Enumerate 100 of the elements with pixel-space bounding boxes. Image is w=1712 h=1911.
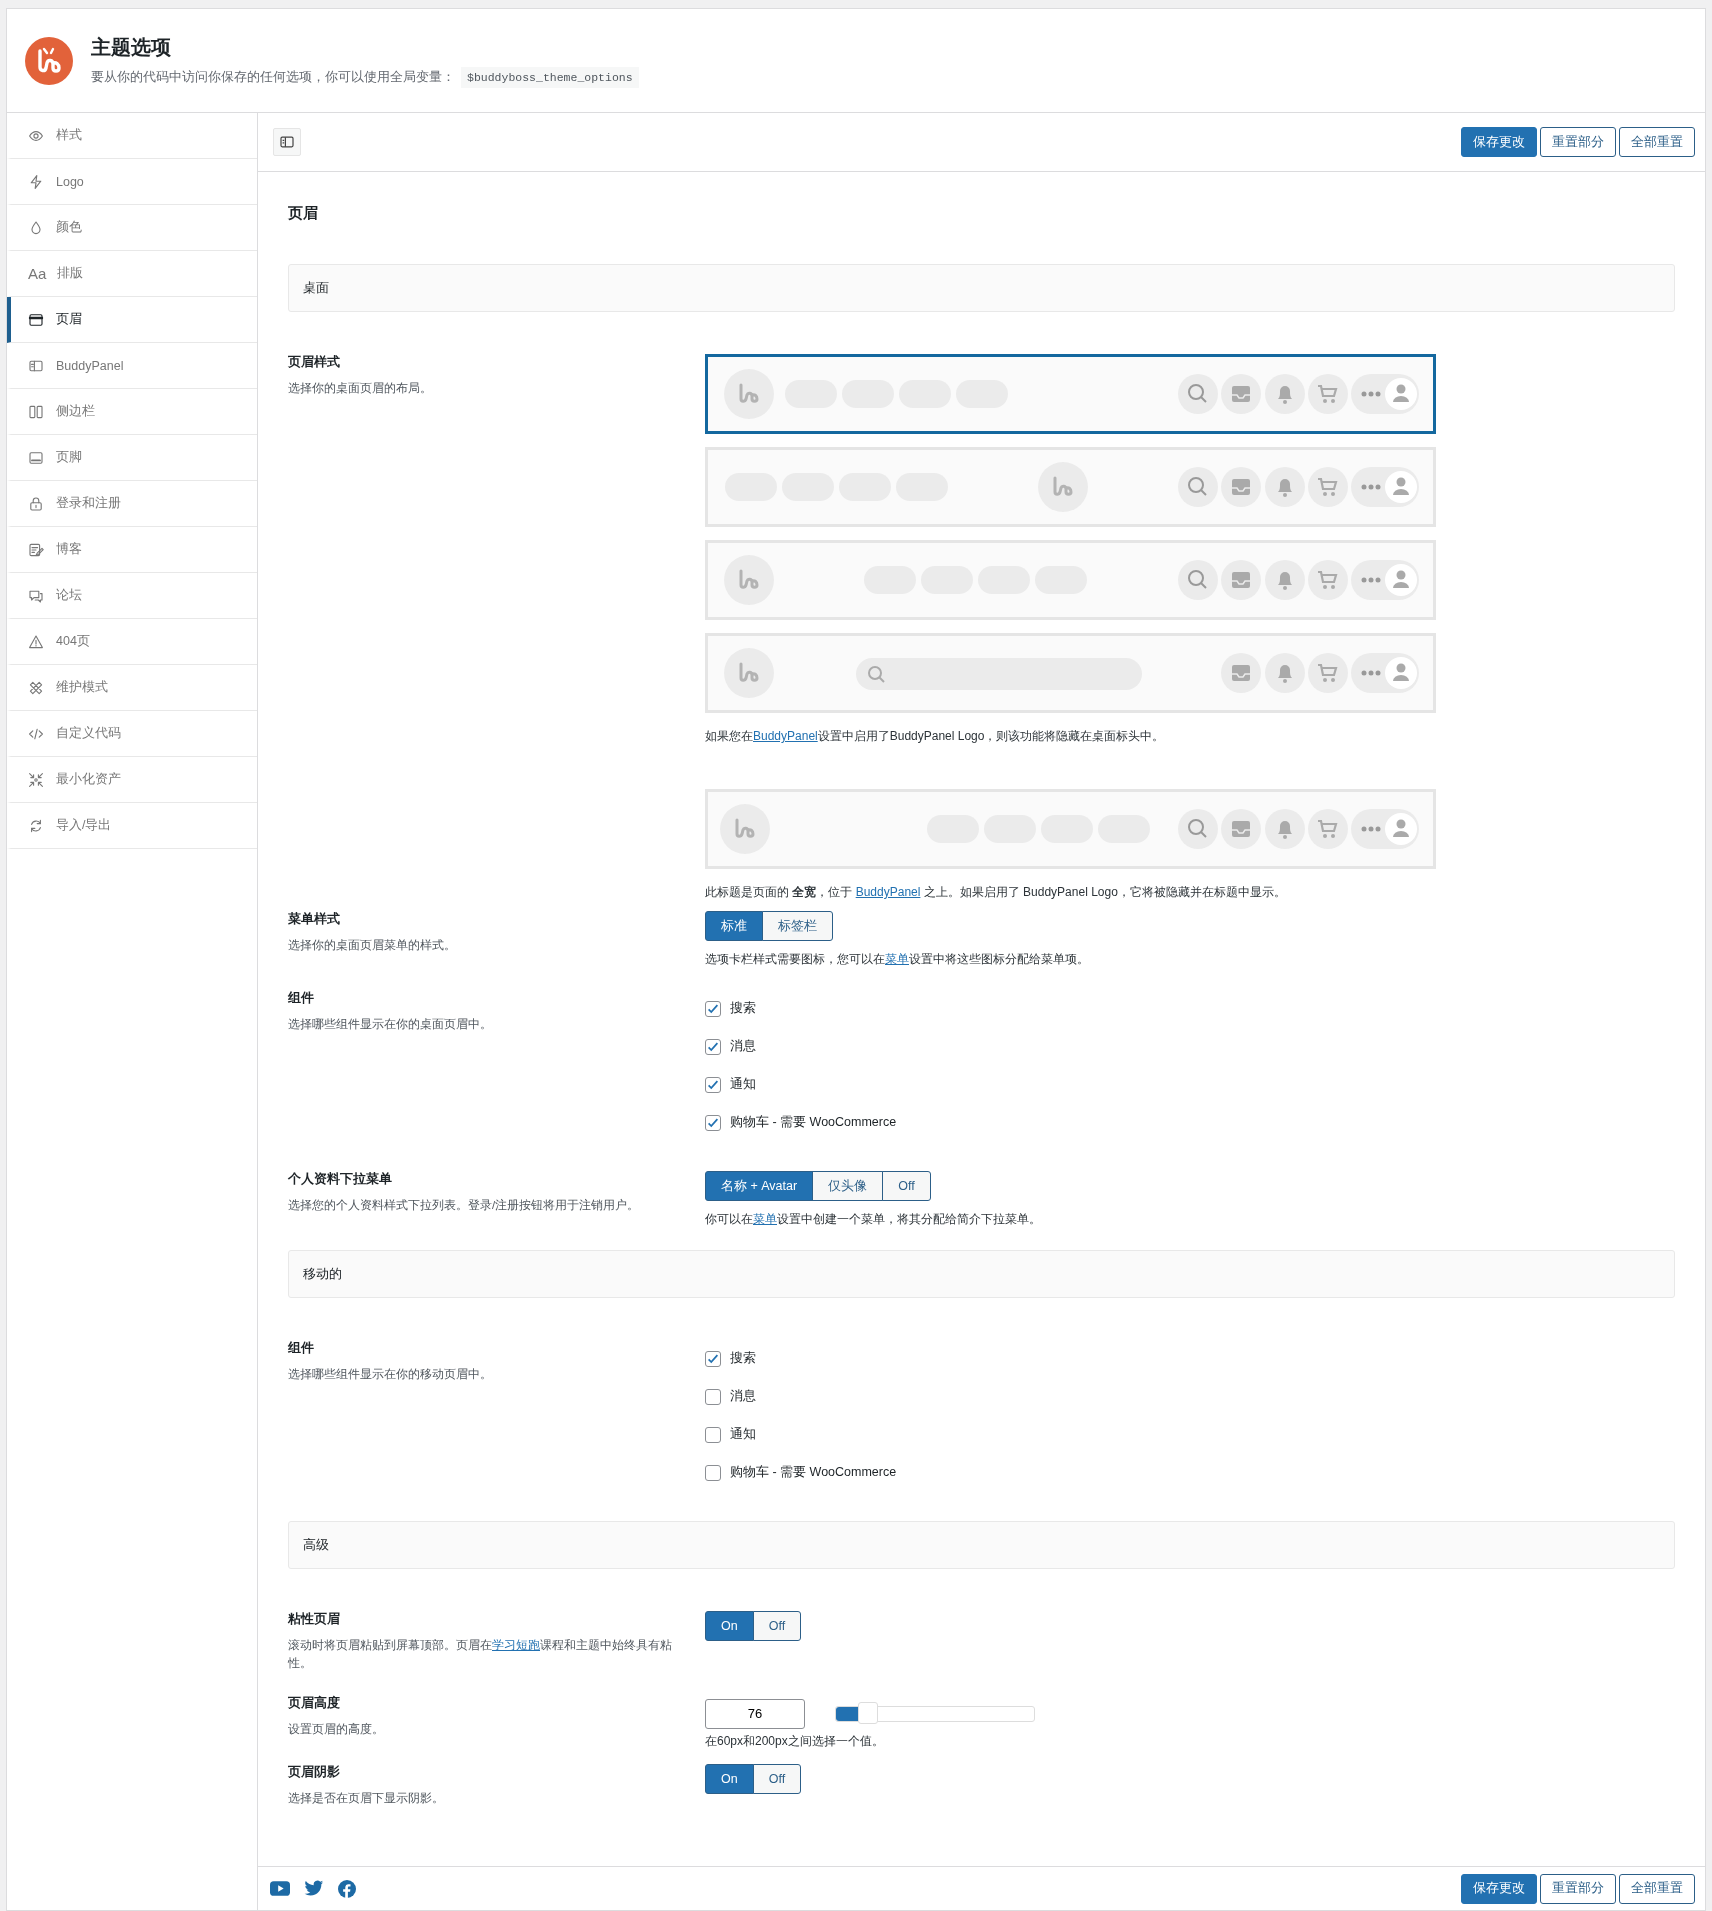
app-title: 主题选项 — [91, 34, 172, 60]
link[interactable]: BuddyPanel — [855, 885, 921, 899]
segment-button[interactable]: 仅头像 — [812, 1171, 884, 1201]
link[interactable]: 菜单 — [753, 1212, 777, 1226]
group-heading: 高级 — [288, 1521, 1675, 1569]
checkbox[interactable] — [705, 1388, 721, 1405]
social-circle-icon[interactable] — [338, 1879, 356, 1898]
sidebar-item[interactable]: 论坛 — [7, 573, 257, 619]
panel-toggle-button[interactable] — [273, 128, 301, 156]
toolbar-button[interactable]: 重置部分 — [1540, 127, 1616, 157]
sidebar-item[interactable]: 导入/导出 — [7, 803, 257, 849]
field-label: 页眉阴影 — [288, 1763, 341, 1781]
refresh-icon — [28, 817, 44, 834]
checkbox[interactable] — [705, 1464, 721, 1481]
checkbox[interactable] — [705, 1114, 721, 1131]
field-label: 个人资料下拉菜单 — [288, 1171, 393, 1188]
height-input[interactable]: 76 — [705, 1698, 805, 1729]
sidebar-item[interactable]: 颜色 — [7, 205, 257, 251]
field-note: 如果您在BuddyPanel设置中启用了BuddyPanel Logo，则该功能将隐藏在桌面标头中。 — [705, 728, 1165, 745]
field-description: 滚动时将页眉粘贴到屏幕顶部。页眉在学习短跑课程和主题中始终具有粘性。 — [288, 1638, 673, 1672]
sidebar-item[interactable]: 页脚 — [7, 435, 257, 481]
segment-button[interactable]: On — [705, 1763, 754, 1794]
field-note: 你可以在菜单设置中创建一个菜单，将其分配给简介下拉菜单。 — [705, 1211, 1041, 1228]
sidebar-item[interactable]: 登录和注册 — [7, 481, 257, 527]
group-heading: 桌面 — [288, 264, 1675, 312]
sidebar-item[interactable]: 404页 — [7, 619, 257, 665]
sidebar-item[interactable]: Aa 排版 — [7, 251, 257, 297]
footer-icon — [28, 449, 44, 466]
footer-button[interactable]: 保存更改 — [1461, 1873, 1537, 1904]
checkbox-label: 消息 — [730, 1038, 756, 1055]
warning-icon — [28, 633, 44, 650]
field-label: 菜单样式 — [288, 911, 341, 928]
checkbox[interactable] — [705, 1350, 721, 1367]
segment-button[interactable]: 标签栏 — [762, 911, 833, 941]
field-description: 选择你的桌面页眉的布局。 — [288, 381, 433, 396]
bird-icon[interactable] — [304, 1880, 324, 1897]
field-description: 选择您的个人资料样式下拉列表。登录/注册按钮将用于注销用户。 — [288, 1198, 641, 1213]
segment-button[interactable]: Off — [752, 1611, 802, 1641]
segment-button[interactable]: On — [705, 1611, 754, 1641]
field-description: 选择是否在页眉下显示阴影。 — [288, 1790, 445, 1806]
sidebar-item[interactable]: 侧边栏 — [7, 389, 257, 435]
sidebar-item[interactable]: Logo — [7, 159, 257, 205]
checkbox[interactable] — [705, 1038, 721, 1055]
field-description: 选择哪些组件显示在你的桌面页眉中。 — [288, 1017, 493, 1032]
field-label: 组件 — [288, 990, 315, 1007]
checkbox[interactable] — [705, 1000, 721, 1017]
checkbox[interactable] — [705, 1076, 721, 1093]
toolbar-button[interactable]: 全部重置 — [1619, 127, 1695, 157]
sidebar-item[interactable]: 页眉 — [7, 297, 257, 343]
checkbox-label: 通知 — [730, 1426, 756, 1443]
logo-icon — [25, 36, 73, 85]
video-play-icon[interactable] — [270, 1881, 290, 1896]
link[interactable]: BuddyPanel — [753, 729, 818, 743]
field-description: 设置页眉的高度。 — [288, 1721, 385, 1737]
group-heading: 移动的 — [288, 1250, 1675, 1298]
field-label: 页眉样式 — [288, 354, 341, 371]
sidebar-item[interactable]: 最小化资产 — [7, 757, 257, 803]
field-description: 选择你的桌面页眉菜单的样式。 — [288, 938, 457, 953]
footer-button[interactable]: 全部重置 — [1619, 1873, 1695, 1904]
slider-track[interactable] — [835, 1705, 1035, 1722]
link[interactable]: 菜单 — [885, 952, 909, 966]
sidebar-item[interactable]: 维护模式 — [7, 665, 257, 711]
field-description: 选择哪些组件显示在你的移动页眉中。 — [288, 1367, 493, 1382]
field-label: 粘性页眉 — [288, 1611, 341, 1628]
panel-toggle-icon — [279, 134, 295, 150]
section-title: 页眉 — [288, 203, 319, 223]
columns-icon — [28, 403, 44, 420]
checkbox-label: 搜索 — [730, 1350, 756, 1367]
field-note: 选项卡栏样式需要图标，您可以在菜单设置中将这些图标分配给菜单项。 — [705, 951, 1089, 968]
link[interactable]: 学习短跑 — [492, 1639, 540, 1651]
segment-button[interactable]: Off — [752, 1763, 802, 1794]
code-variable: $buddyboss_theme_options — [461, 66, 639, 88]
lock-icon — [28, 495, 44, 512]
bolt-icon — [28, 173, 44, 190]
app-subtitle: 要从你的代码中访问你保存的任何选项，你可以使用全局变量： — [91, 68, 455, 86]
window-icon — [28, 311, 44, 328]
segment-button[interactable]: 名称 + Avatar — [705, 1171, 814, 1201]
checkbox-label: 通知 — [730, 1076, 756, 1093]
sidebar-item[interactable]: 样式 — [7, 113, 257, 159]
field-note: 在60px和200px之间选择一个值。 — [705, 1732, 884, 1750]
field-label: 页眉高度 — [288, 1694, 341, 1712]
checkbox-label: 购物车 - 需要 WooCommerce — [730, 1114, 897, 1131]
checkbox-label: 搜索 — [730, 1000, 756, 1017]
edit-icon — [28, 541, 44, 558]
segment-button[interactable]: Off — [882, 1171, 931, 1201]
field-note: 此标题是页面的 全宽，位于 BuddyPanel 之上。如果启用了 BuddyPanel Logo，它将被隐藏并在标题中显示。 — [705, 884, 1286, 901]
slider-handle[interactable] — [857, 1701, 878, 1724]
checkbox[interactable] — [705, 1426, 721, 1443]
sidebar-item[interactable]: 博客 — [7, 527, 257, 573]
field-label: 组件 — [288, 1340, 315, 1357]
drop-icon — [28, 219, 44, 236]
footer-button[interactable]: 重置部分 — [1540, 1873, 1616, 1904]
checkbox-label: 消息 — [730, 1388, 756, 1405]
toolbar-button[interactable]: 保存更改 — [1461, 127, 1537, 157]
checkbox-label: 购物车 - 需要 WooCommerce — [730, 1464, 897, 1481]
typography-icon: Aa — [28, 265, 45, 282]
sidebar-item[interactable]: 自定义代码 — [7, 711, 257, 757]
segment-button[interactable]: 标准 — [705, 911, 763, 941]
sidebar-item[interactable]: BuddyPanel — [7, 343, 257, 389]
compress-icon — [28, 771, 44, 788]
